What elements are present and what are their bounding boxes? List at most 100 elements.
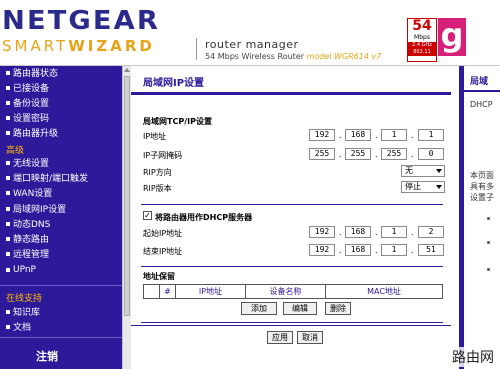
sidebar-group-support: 在线支持	[6, 294, 43, 304]
ip-dot: .	[339, 246, 342, 255]
ip-address-label: IP地址	[143, 132, 167, 141]
rip-version-value: 停止	[405, 182, 421, 191]
sidebar-item-label: 动态DNS	[13, 220, 51, 230]
ip-dot: .	[411, 228, 414, 237]
help-bullet-icon	[487, 241, 490, 244]
sidebar-item-label: 静态路由	[13, 235, 50, 245]
dhcp-server-checkbox[interactable]: ✓	[143, 211, 152, 220]
sidebar-item-label: UPnP	[13, 264, 36, 275]
help-pane-bar	[459, 66, 464, 369]
bullet-icon	[6, 221, 10, 226]
help-text-line: 具有多	[470, 182, 494, 191]
start-ip-octet-1[interactable]: 192	[309, 226, 335, 238]
mask-octet-2[interactable]: 255	[345, 148, 371, 160]
router-speed-text: 54 Mbps Wireless Router	[205, 52, 305, 61]
end-ip-label: 结束IP地址	[143, 247, 183, 256]
bullet-icon	[6, 70, 10, 75]
edit-button[interactable]: 编辑	[283, 302, 317, 315]
sidebar-item-router-status[interactable]: 路由器状态	[0, 66, 122, 79]
bullet-icon	[6, 206, 10, 211]
start-ip-octet-2[interactable]: 168	[345, 226, 371, 238]
end-ip-octet-1[interactable]: 192	[309, 244, 335, 256]
help-bullet-icon	[487, 217, 490, 220]
ip-dot: .	[339, 131, 342, 140]
mask-dot: .	[411, 150, 414, 159]
sidebar-item-label: 路由器升级	[13, 129, 59, 139]
mask-dot: .	[375, 150, 378, 159]
help-text-line: DHCP	[470, 100, 493, 109]
sidebar-item-wan[interactable]: WAN设置	[0, 186, 122, 199]
mask-octet-1[interactable]: 255	[309, 148, 335, 160]
bottom-rule	[131, 325, 451, 326]
ip-octet-4[interactable]: 1	[418, 129, 444, 141]
title-rule	[131, 92, 451, 95]
sidebar-item-documentation[interactable]: 文档	[0, 320, 122, 333]
sidebar-item-backup-settings[interactable]: 备份设置	[0, 96, 122, 109]
section-divider	[141, 322, 443, 323]
sidebar-item-static-routes[interactable]: 静态路由	[0, 232, 122, 245]
watermark: 路由网	[450, 347, 496, 367]
add-button[interactable]: 添加	[241, 302, 277, 315]
g-logo: g	[438, 18, 466, 56]
sidebar-scrollbar[interactable]	[122, 66, 131, 369]
end-ip-octet-4[interactable]: 51	[418, 244, 444, 256]
rip-direction-select[interactable]: 无	[401, 165, 445, 177]
rip-version-select[interactable]: 停止	[401, 181, 445, 193]
sidebar-divider	[0, 337, 122, 338]
cancel-button[interactable]: 取消	[297, 331, 323, 344]
tcpip-section-title: 局域网TCP/IP设置	[143, 117, 212, 126]
sidebar-item-upnp[interactable]: UPnP	[0, 263, 122, 276]
bullet-icon	[6, 324, 10, 329]
router-model: model WGR614 v7	[306, 52, 382, 61]
start-ip-octet-4[interactable]: 2	[418, 226, 444, 238]
help-pane	[459, 66, 500, 369]
sidebar-item-label: WAN设置	[13, 189, 53, 199]
end-ip-octet-2[interactable]: 168	[345, 244, 371, 256]
start-ip-octet-3[interactable]: 1	[381, 226, 407, 238]
sidebar: 路由器状态 已接设备 备份设置 设置密码 路由器升级 高级 无线设置 端口映射/…	[0, 66, 122, 369]
sidebar-item-label: 知识库	[13, 308, 41, 318]
ip-dot: .	[375, 228, 378, 237]
bullet-icon	[6, 236, 10, 241]
scrollbar-thumb[interactable]	[124, 76, 130, 316]
bullet-icon	[6, 160, 10, 165]
table-header-row: # IP地址 设备名称 MAC地址	[143, 284, 443, 299]
bullet-icon	[6, 175, 10, 180]
sidebar-item-label: 备份设置	[13, 99, 50, 109]
apply-button[interactable]: 应用	[267, 331, 293, 344]
sidebar-item-attached-devices[interactable]: 已接设备	[0, 81, 122, 94]
sidebar-item-label: 远程管理	[13, 250, 50, 260]
sidebar-item-knowledge-base[interactable]: 知识库	[0, 305, 122, 318]
bullet-icon	[6, 267, 10, 272]
sidebar-item-label: 局域网IP设置	[13, 205, 67, 215]
ip-octet-3[interactable]: 1	[381, 129, 407, 141]
sidebar-item-wireless[interactable]: 无线设置	[0, 156, 122, 169]
rip-direction-label: RIP方向	[143, 168, 172, 177]
end-ip-octet-3[interactable]: 1	[381, 244, 407, 256]
ip-octet-1[interactable]: 192	[309, 129, 335, 141]
help-title-rule	[464, 90, 500, 92]
mask-octet-4[interactable]: 0	[418, 148, 444, 160]
table-col-index: #	[159, 284, 176, 299]
table-col-select	[143, 284, 160, 299]
logo-wizard: WIZARD	[68, 37, 155, 55]
sidebar-item-lan-ip[interactable]: 局域网IP设置	[0, 202, 122, 215]
ip-octet-2[interactable]: 168	[345, 129, 371, 141]
bullet-icon	[6, 309, 10, 314]
sidebar-item-port-forwarding[interactable]: 端口映射/端口触发	[0, 171, 122, 184]
bullet-icon	[6, 190, 10, 195]
scroll-up-icon[interactable]	[124, 68, 130, 72]
section-divider	[141, 266, 443, 267]
logout-button[interactable]: 注销	[36, 348, 58, 364]
router-manager-title: router manager	[205, 38, 299, 51]
sidebar-item-set-password[interactable]: 设置密码	[0, 111, 122, 124]
mask-octet-3[interactable]: 255	[381, 148, 407, 160]
sidebar-item-remote-management[interactable]: 远程管理	[0, 247, 122, 260]
sidebar-item-ddns[interactable]: 动态DNS	[0, 217, 122, 230]
subnet-mask-label: IP子网掩码	[143, 151, 183, 160]
sidebar-item-router-upgrade[interactable]: 路由器升级	[0, 126, 122, 139]
delete-button[interactable]: 删除	[325, 302, 351, 315]
ip-dot: .	[375, 131, 378, 140]
help-text-line: 设置子	[470, 193, 494, 202]
chevron-down-icon	[436, 185, 442, 189]
